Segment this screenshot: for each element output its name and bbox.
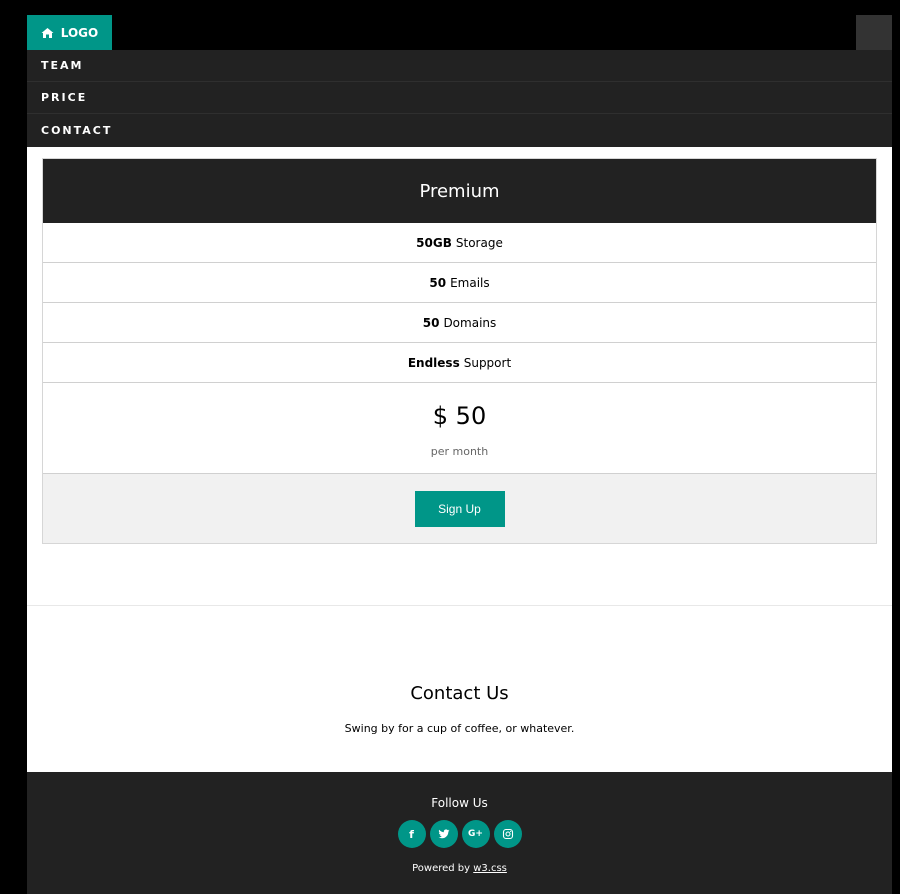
contact-subtitle: Swing by for a cup of coffee, or whateve… xyxy=(344,722,575,735)
instagram-icon[interactable] xyxy=(493,820,522,848)
logo-label: LOGO xyxy=(60,25,99,40)
google-plus-icon[interactable]: G+ xyxy=(461,820,490,848)
page-viewport: LOGO TEAM PRICE CONTACT Premium 50GB Sto… xyxy=(27,7,892,894)
twitter-icon[interactable] xyxy=(429,820,458,848)
price-amount: $ 50 xyxy=(432,402,487,430)
price-block: $ 50 per month xyxy=(43,383,876,474)
home-icon xyxy=(41,27,54,38)
instagram-glyph xyxy=(502,828,513,840)
feature-label: Domains xyxy=(443,315,497,330)
feature-label: Storage xyxy=(455,235,503,250)
feature-value: 50 xyxy=(422,315,440,330)
top-navbar: LOGO xyxy=(27,7,892,50)
menu-toggle-button[interactable] xyxy=(856,15,892,50)
feature-value: Endless xyxy=(407,355,460,370)
page-footer: Follow Us f G+ Powered by w3.css xyxy=(27,772,892,894)
twitter-bird-glyph xyxy=(438,829,449,839)
nav-item-team[interactable]: TEAM xyxy=(27,50,892,82)
pricing-card: Premium 50GB Storage 50 Emails 50 Domain… xyxy=(42,158,877,544)
facebook-icon[interactable]: f xyxy=(397,820,426,848)
w3css-link[interactable]: w3.css xyxy=(473,863,507,874)
feature-row: 50 Domains xyxy=(43,303,876,343)
feature-label: Emails xyxy=(450,275,490,290)
card-footer: Sign Up xyxy=(43,474,876,543)
feature-row: 50GB Storage xyxy=(43,223,876,263)
nav-item-contact[interactable]: CONTACT xyxy=(27,114,892,147)
powered-by: Powered by w3.css xyxy=(27,863,892,874)
powered-prefix: Powered by xyxy=(412,863,471,874)
price-period: per month xyxy=(430,445,489,458)
contact-title: Contact Us xyxy=(410,683,509,704)
plan-title: Premium xyxy=(43,159,876,223)
sign-up-button[interactable]: Sign Up xyxy=(414,490,505,527)
section-divider xyxy=(27,605,892,606)
feature-row: Endless Support xyxy=(43,343,876,383)
feature-row: 50 Emails xyxy=(43,263,876,303)
window-frame: LOGO TEAM PRICE CONTACT Premium 50GB Sto… xyxy=(0,0,900,894)
social-links: f G+ xyxy=(27,820,892,848)
nav-item-price[interactable]: PRICE xyxy=(27,82,892,114)
feature-value: 50 xyxy=(429,275,447,290)
logo-button[interactable]: LOGO xyxy=(27,15,112,50)
feature-label: Support xyxy=(463,355,512,370)
nav-dropdown: TEAM PRICE CONTACT xyxy=(27,50,892,147)
feature-value: 50GB xyxy=(416,235,452,250)
follow-us-label: Follow Us xyxy=(431,796,488,810)
